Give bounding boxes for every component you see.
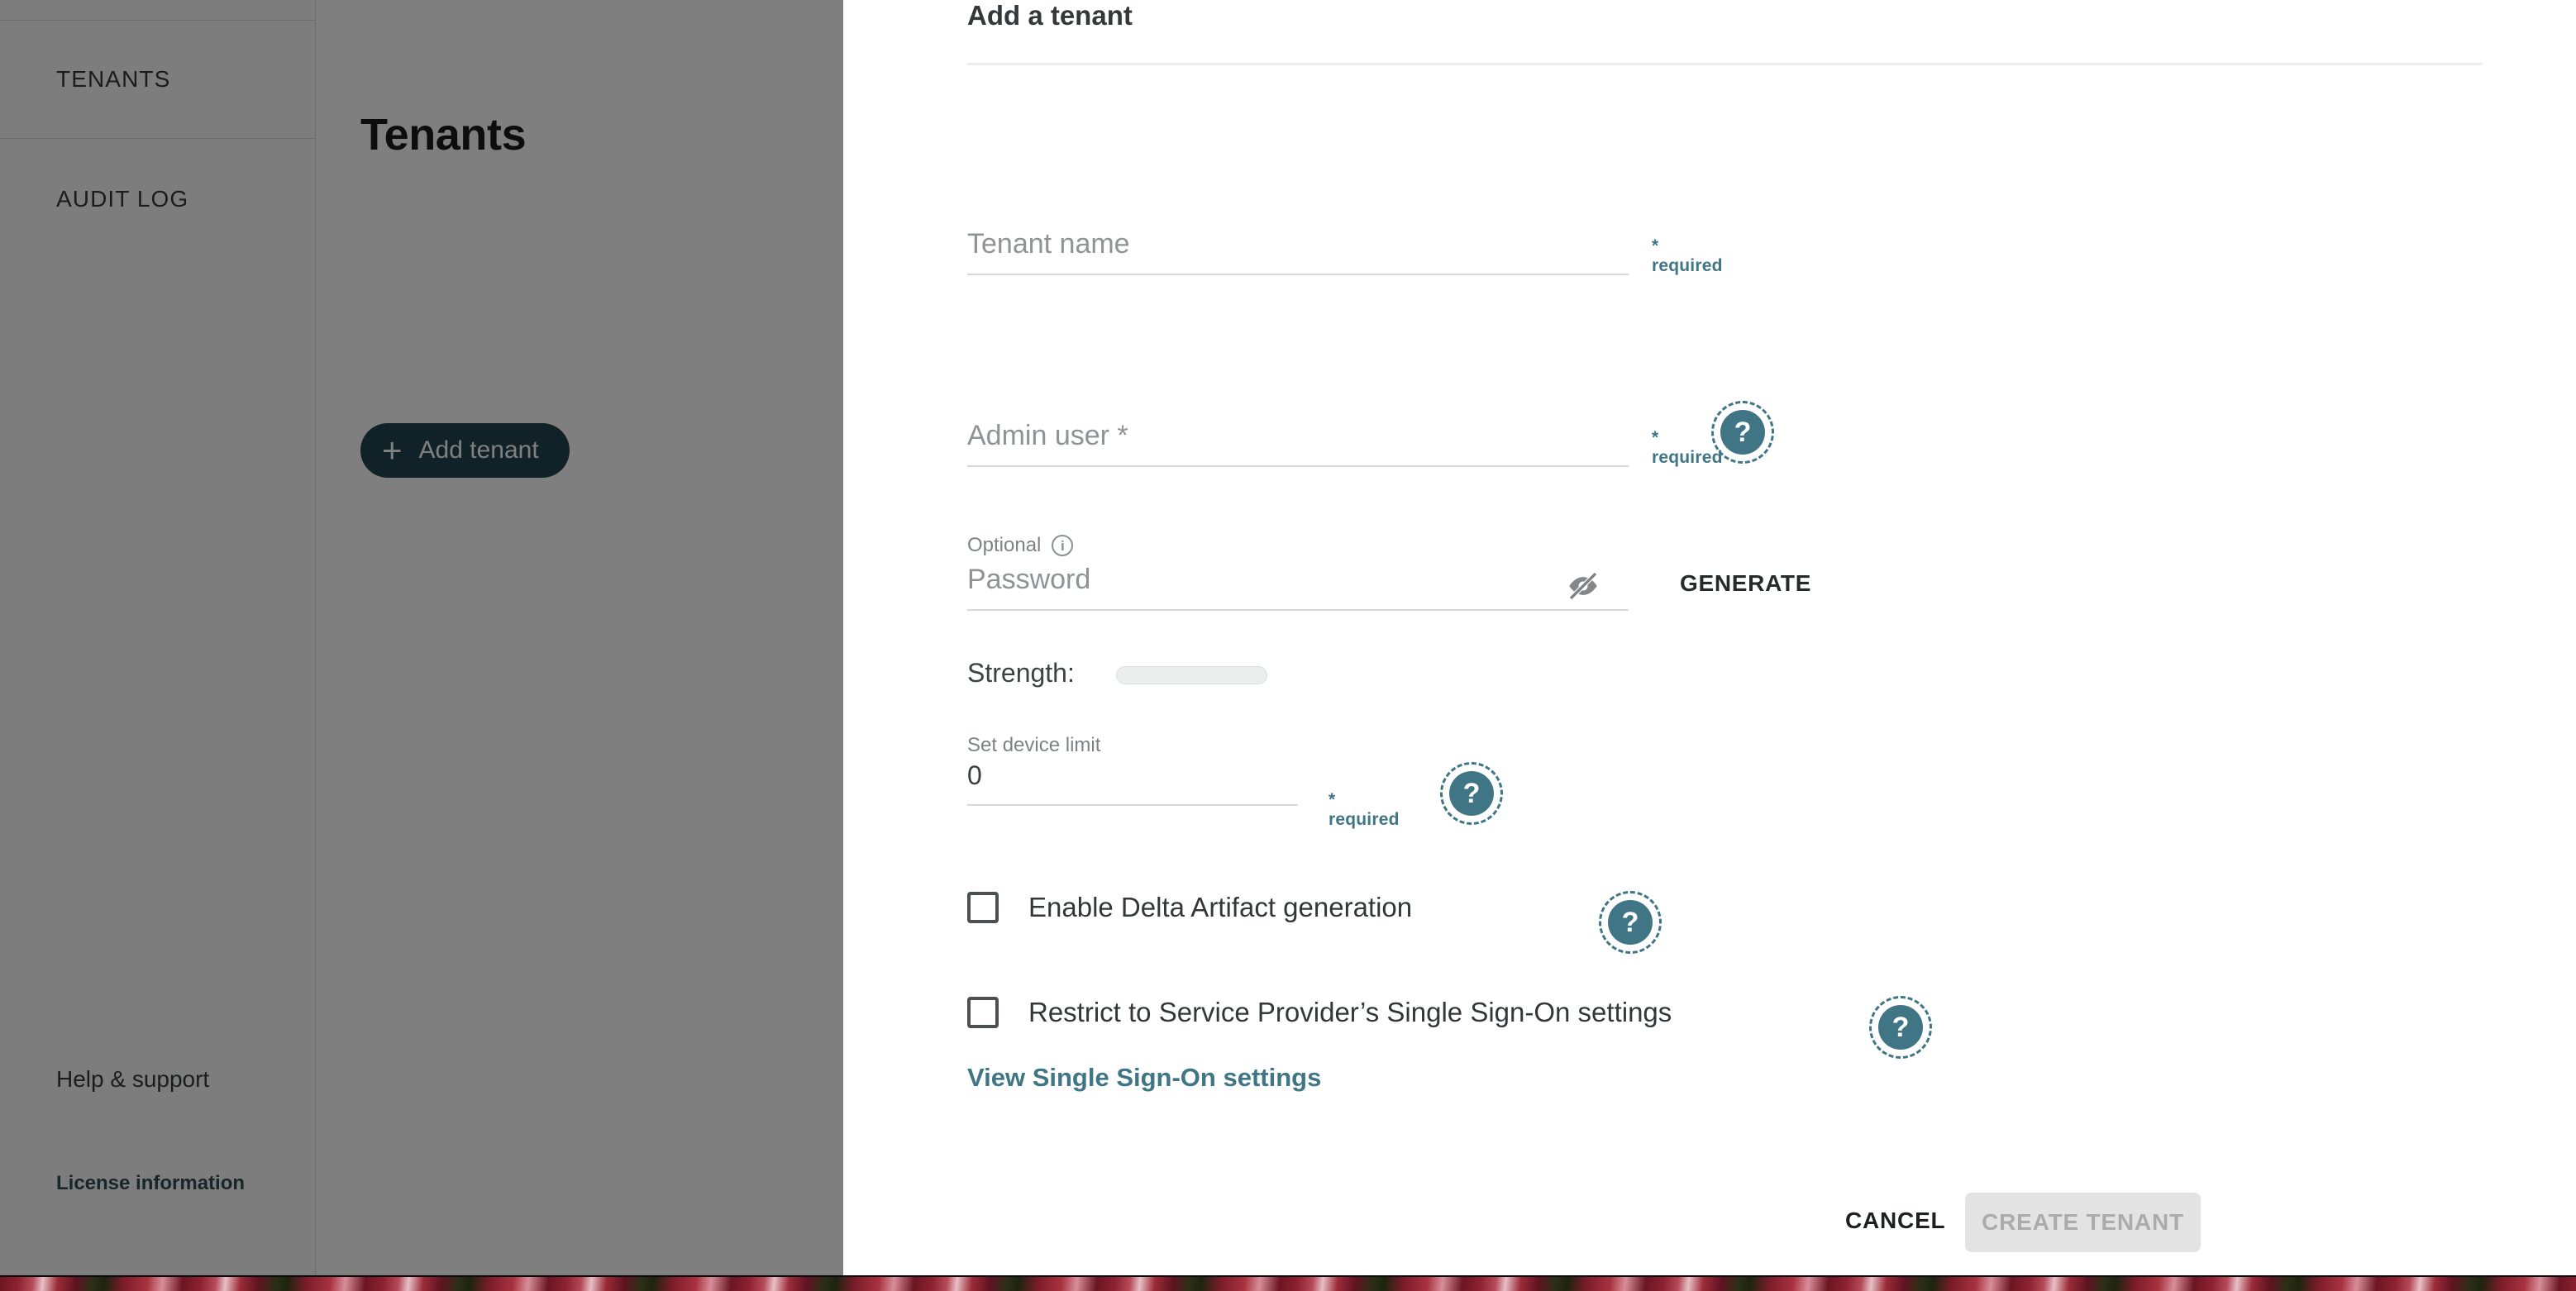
delta-artifact-help-icon[interactable]: ?	[1599, 891, 1662, 954]
device-limit-help-icon[interactable]: ?	[1440, 762, 1503, 825]
device-limit-required-note: * required	[1329, 790, 1400, 829]
desktop-wallpaper-strip	[0, 1275, 2576, 1291]
restrict-sso-help-icon[interactable]: ?	[1869, 996, 1932, 1059]
password-field-group: Optional i GENERATE	[967, 534, 1810, 611]
tenant-name-input[interactable]	[967, 228, 1629, 275]
restrict-sso-checkbox-label: Restrict to Service Provider’s Single Si…	[1028, 997, 1672, 1027]
password-strength-label: Strength:	[967, 658, 1075, 688]
restrict-sso-checkbox[interactable]	[967, 997, 999, 1028]
view-sso-settings-link[interactable]: View Single Sign-On settings	[967, 1063, 1321, 1093]
password-strength-meter	[1116, 666, 1267, 684]
password-input[interactable]	[967, 564, 1629, 611]
password-optional-label: Optional i	[967, 534, 1074, 557]
delta-artifact-checkbox-row[interactable]: Enable Delta Artifact generation	[967, 892, 1412, 923]
tenant-name-field-group: * required	[967, 228, 1722, 275]
password-strength-group: Strength:	[967, 658, 1645, 699]
question-mark-glyph: ?	[1621, 907, 1639, 938]
admin-user-field-group: * required ?	[967, 401, 1774, 467]
admin-user-help-icon[interactable]: ?	[1711, 401, 1774, 464]
eye-off-icon[interactable]	[1564, 567, 1602, 605]
add-tenant-dialog: Add a tenant * required * required ?	[843, 0, 2576, 1275]
cancel-button[interactable]: CANCEL	[1834, 1193, 1957, 1249]
question-mark-glyph: ?	[1734, 417, 1752, 448]
dialog-header: Add a tenant	[843, 0, 2576, 63]
generate-password-button[interactable]: GENERATE	[1680, 570, 1811, 597]
device-limit-label: Set device limit	[967, 734, 1101, 756]
create-tenant-button[interactable]: CREATE TENANT	[1965, 1193, 2201, 1252]
dialog-title: Add a tenant	[967, 0, 1133, 31]
tenant-name-required-note: * required	[1652, 236, 1723, 275]
device-limit-field-group: Set device limit * required ?	[967, 734, 1503, 829]
device-limit-input[interactable]	[967, 760, 1298, 806]
optional-text: Optional	[967, 534, 1042, 556]
question-mark-glyph: ?	[1891, 1012, 1910, 1043]
screen: TENANTS AUDIT LOG Help & support License…	[0, 0, 2576, 1291]
question-mark-glyph: ?	[1462, 778, 1481, 809]
delta-artifact-checkbox[interactable]	[967, 892, 999, 923]
dialog-header-divider	[967, 63, 2483, 65]
info-icon[interactable]: i	[1052, 535, 1074, 556]
delta-artifact-checkbox-label: Enable Delta Artifact generation	[1028, 892, 1413, 922]
restrict-sso-checkbox-row[interactable]: Restrict to Service Provider’s Single Si…	[967, 997, 1672, 1028]
admin-user-input[interactable]	[967, 420, 1629, 467]
